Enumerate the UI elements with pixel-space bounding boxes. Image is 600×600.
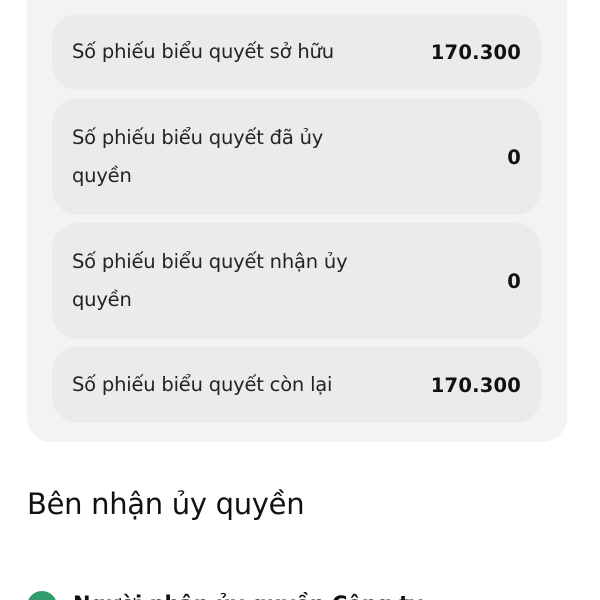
remaining-votes-value: 170.300	[430, 373, 521, 397]
remaining-votes-label: Số phiếu biểu quyết còn lại	[72, 373, 333, 396]
delegated-votes-row: Số phiếu biểu quyết đã ủy quyền 0	[52, 99, 541, 215]
owned-votes-value: 170.300	[430, 40, 521, 64]
screen: Số phiếu biểu quyết sở hữu 170.300 Số ph…	[0, 0, 600, 600]
owned-votes-row: Số phiếu biểu quyết sở hữu 170.300	[52, 14, 541, 90]
recipient-section-title: Bên nhận ủy quyền	[27, 487, 305, 521]
received-votes-value: 0	[507, 269, 521, 293]
remaining-votes-row: Số phiếu biểu quyết còn lại 170.300	[52, 347, 541, 423]
owned-votes-label: Số phiếu biểu quyết sở hữu	[72, 40, 334, 63]
recipient-status-icon	[27, 591, 57, 600]
delegated-votes-value: 0	[507, 145, 521, 169]
recipient-name: Người nhận ủy quyền Công ty	[73, 584, 423, 600]
recipient-list-item[interactable]: Người nhận ủy quyền Công ty	[27, 584, 423, 600]
delegated-votes-label: Số phiếu biểu quyết đã ủy quyền	[72, 126, 324, 187]
received-votes-label: Số phiếu biểu quyết nhận ủy quyền	[72, 250, 348, 311]
received-votes-row: Số phiếu biểu quyết nhận ủy quyền 0	[52, 223, 541, 339]
